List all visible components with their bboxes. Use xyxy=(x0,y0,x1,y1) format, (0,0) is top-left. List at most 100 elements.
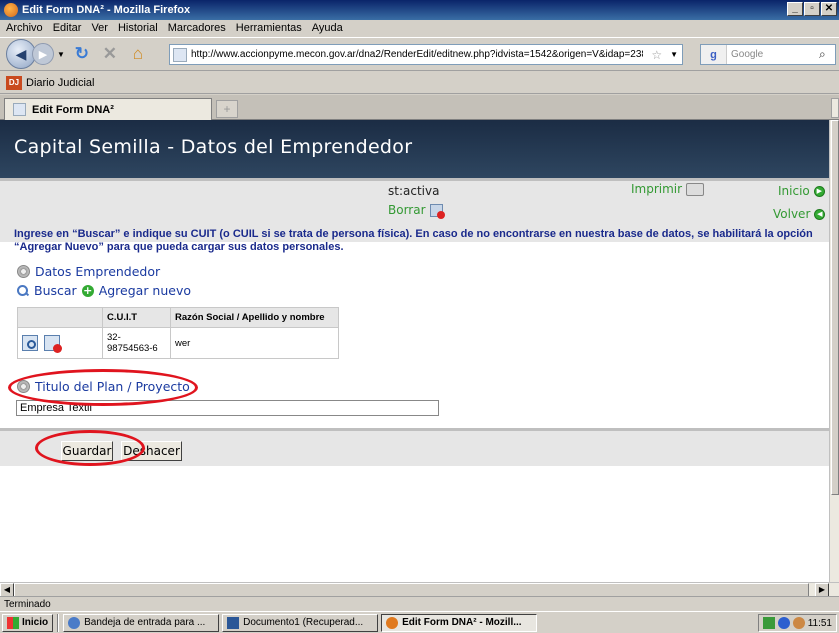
url-text[interactable]: http://www.accionpyme.mecon.gov.ar/dna2/… xyxy=(191,49,643,60)
gear-icon xyxy=(17,265,30,278)
task-firefox[interactable]: Edit Form DNA² - Mozill... xyxy=(381,613,538,632)
reload-icon[interactable]: ↻ xyxy=(71,43,93,65)
status-bar: Terminado xyxy=(0,596,839,611)
menu-bar: Archivo Editar Ver Historial Marcadores … xyxy=(0,20,839,36)
tab-list-button[interactable] xyxy=(831,98,839,118)
outlook-icon xyxy=(68,616,81,629)
scroll-left-arrow-icon[interactable]: ◀ xyxy=(0,583,14,597)
tab-bar: Edit Form DNA² + xyxy=(0,95,839,120)
search-bar[interactable]: g Google ⌕ xyxy=(700,44,836,65)
history-dropdown-icon[interactable]: ▼ xyxy=(57,50,65,59)
window-controls: _ ▫ ✕ xyxy=(787,2,837,16)
diario-judicial-icon: DJ xyxy=(6,75,22,90)
annotation-circle-titulo xyxy=(8,369,198,406)
google-icon[interactable]: g xyxy=(701,45,727,64)
tab-favicon xyxy=(13,103,26,116)
search-icon[interactable]: ⌕ xyxy=(819,47,835,62)
datos-emprendedor-label: Datos Emprendedor xyxy=(35,264,161,279)
tray-shield-icon[interactable] xyxy=(777,617,790,629)
minimize-button[interactable]: _ xyxy=(787,2,803,16)
bookmark-diario-judicial[interactable]: Diario Judicial xyxy=(26,77,94,89)
vertical-scrollbar[interactable] xyxy=(829,120,839,582)
printer-icon xyxy=(686,182,705,196)
table-row: 32-98754563-6 wer xyxy=(17,327,339,359)
url-dropdown-icon[interactable]: ▼ xyxy=(670,50,678,59)
bookmark-star-icon[interactable]: ☆ xyxy=(651,48,662,62)
status-text: st:activa xyxy=(388,184,440,198)
task-outlook[interactable]: Bandeja de entrada para ... xyxy=(63,613,220,632)
tab-edit-form[interactable]: Edit Form DNA² xyxy=(4,98,212,120)
delete-row-icon[interactable] xyxy=(43,335,62,353)
inicio-link[interactable]: Inicio ▶ xyxy=(778,184,825,198)
start-button[interactable]: Inicio xyxy=(2,613,54,632)
firefox-icon xyxy=(4,3,18,17)
menu-editar[interactable]: Editar xyxy=(53,22,82,34)
table-header-actions xyxy=(17,307,103,328)
page-header: Capital Semilla - Datos del Emprendedor xyxy=(0,120,829,178)
imprimir-label: Imprimir xyxy=(631,182,683,196)
inicio-arrow-icon: ▶ xyxy=(813,185,825,197)
home-icon[interactable]: ⌂ xyxy=(127,43,149,65)
annotation-circle-guardar xyxy=(35,430,145,466)
maximize-button[interactable]: ▫ xyxy=(804,2,820,16)
window-title: Edit Form DNA² - Mozilla Firefox xyxy=(22,4,191,16)
cell-cuit: 32-98754563-6 xyxy=(102,327,171,359)
menu-herramientas[interactable]: Herramientas xyxy=(236,22,302,34)
menu-marcadores[interactable]: Marcadores xyxy=(168,22,226,34)
table-header-cuit: C.U.I.T xyxy=(102,307,171,328)
buscar-link[interactable]: Buscar xyxy=(34,283,77,298)
datos-emprendedor-section[interactable]: Datos Emprendedor xyxy=(17,264,160,279)
instructions-text: Ingrese en “Buscar” e indique su CUIT (o… xyxy=(14,228,813,253)
results-table: C.U.I.T Razón Social / Apellido y nombre… xyxy=(17,307,339,359)
site-favicon xyxy=(173,47,187,62)
borrar-label: Borrar xyxy=(388,203,426,217)
taskbar: Inicio Bandeja de entrada para ... Docum… xyxy=(0,611,839,633)
delete-icon xyxy=(429,203,445,219)
volver-link[interactable]: Volver ◀ xyxy=(773,207,826,221)
menu-historial[interactable]: Historial xyxy=(118,22,158,34)
search-input[interactable]: Google xyxy=(727,49,819,60)
task-word-label: Documento1 (Recuperad... xyxy=(243,617,364,628)
horizontal-scroll-thumb[interactable] xyxy=(14,583,809,597)
task-word[interactable]: Documento1 (Recuperad... xyxy=(222,613,379,632)
scroll-right-arrow-icon[interactable]: ▶ xyxy=(815,583,829,597)
horizontal-scrollbar[interactable]: ◀ ▶ xyxy=(0,582,839,597)
stop-icon[interactable]: ✕ xyxy=(99,43,121,65)
borrar-link[interactable]: Borrar xyxy=(388,203,445,219)
table-header-row: C.U.I.T Razón Social / Apellido y nombre xyxy=(17,307,339,328)
view-icon[interactable] xyxy=(22,335,38,351)
firefox-icon xyxy=(386,616,399,629)
tray-network-icon[interactable] xyxy=(762,617,775,629)
volver-arrow-icon: ◀ xyxy=(814,208,826,220)
menu-ayuda[interactable]: Ayuda xyxy=(312,22,343,34)
clock: 11:51 xyxy=(807,617,832,629)
row-actions xyxy=(17,327,103,359)
agregar-nuevo-link[interactable]: Agregar nuevo xyxy=(99,283,191,298)
word-icon xyxy=(227,616,240,629)
page-title: Capital Semilla - Datos del Emprendedor xyxy=(14,136,413,158)
system-tray: 11:51 xyxy=(757,614,837,632)
task-outlook-label: Bandeja de entrada para ... xyxy=(84,617,206,628)
nav-toolbar: ◀ ▶ ▼ ↻ ✕ ⌂ http://www.accionpyme.mecon.… xyxy=(0,37,839,71)
task-firefox-label: Edit Form DNA² - Mozill... xyxy=(402,617,522,628)
buscar-agregar-row: Buscar + Agregar nuevo xyxy=(17,283,191,298)
tray-volume-icon[interactable] xyxy=(792,617,805,629)
url-bar[interactable]: http://www.accionpyme.mecon.gov.ar/dna2/… xyxy=(169,44,683,65)
imprimir-link[interactable]: Imprimir xyxy=(631,182,705,196)
menu-archivo[interactable]: Archivo xyxy=(6,22,43,34)
volver-label: Volver xyxy=(773,207,811,221)
close-button[interactable]: ✕ xyxy=(821,2,837,16)
bookmarks-bar: DJ Diario Judicial xyxy=(0,72,839,94)
taskbar-separator xyxy=(57,613,60,632)
vertical-scroll-thumb[interactable] xyxy=(831,120,839,495)
add-icon: + xyxy=(81,283,94,297)
cell-nombre: wer xyxy=(170,327,339,359)
forward-button[interactable]: ▶ xyxy=(32,43,54,65)
table-header-nombre: Razón Social / Apellido y nombre xyxy=(170,307,339,328)
windows-logo-icon xyxy=(7,616,19,629)
tab-label: Edit Form DNA² xyxy=(32,103,114,116)
menu-ver[interactable]: Ver xyxy=(91,22,108,34)
new-tab-button[interactable]: + xyxy=(216,100,238,118)
inicio-label: Inicio xyxy=(778,184,810,198)
search-icon xyxy=(17,284,29,297)
